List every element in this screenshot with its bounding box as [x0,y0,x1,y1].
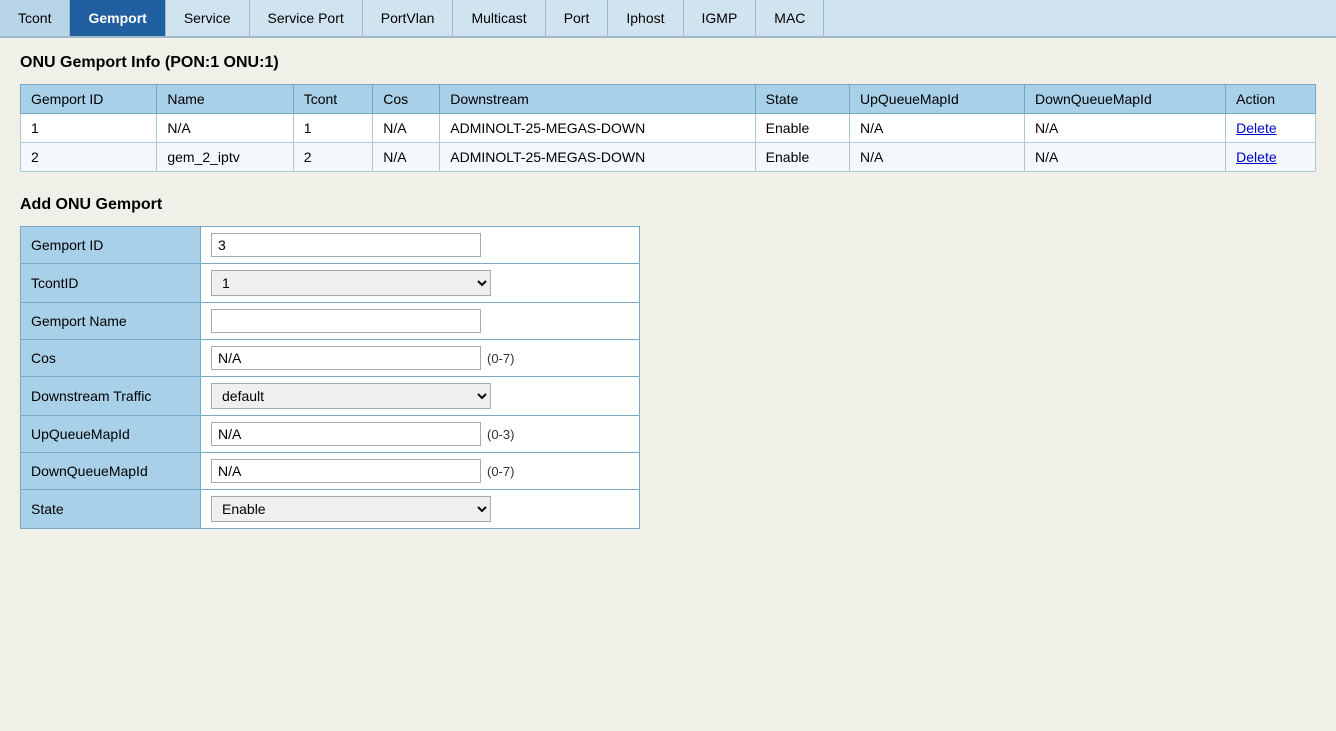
gemport-info-table: Gemport IDNameTcontCosDownstreamStateUpQ… [20,84,1316,172]
form-label-gemport_id: Gemport ID [21,227,201,264]
form-row-gemport_name: Gemport Name [21,303,640,340]
delete-link[interactable]: Delete [1236,120,1276,136]
tcont_id-select[interactable]: 1234 [211,270,491,296]
state-select[interactable]: EnableDisable [211,496,491,522]
tab-multicast[interactable]: Multicast [453,0,545,36]
form-value-gemport_id [201,227,640,264]
cos-input[interactable] [211,346,481,370]
tab-iphost[interactable]: Iphost [608,0,683,36]
col-header-tcont: Tcont [293,85,373,114]
col-header-upqueuemapid: UpQueueMapId [850,85,1025,114]
tab-service-port[interactable]: Service Port [250,0,363,36]
form-row-tcont_id: TcontID 1234 [21,264,640,303]
table-cell: 2 [21,143,157,172]
form-value-gemport_name [201,303,640,340]
form-label-up_queue_map_id: UpQueueMapId [21,416,201,453]
table-cell: ADMINOLT-25-MEGAS-DOWN [440,143,755,172]
table-cell: N/A [157,114,293,143]
down_queue_map_id-hint: (0-7) [487,464,514,479]
col-header-downqueuemapid: DownQueueMapId [1025,85,1226,114]
up_queue_map_id-input[interactable] [211,422,481,446]
gemport_name-input[interactable] [211,309,481,333]
form-label-cos: Cos [21,340,201,377]
form-body: Gemport IDTcontID 1234 Gemport NameCos (0-7… [21,227,640,529]
tab-tcont[interactable]: Tcont [0,0,70,36]
table-cell: ADMINOLT-25-MEGAS-DOWN [440,114,755,143]
table-cell: N/A [1025,143,1226,172]
col-header-action: Action [1226,85,1316,114]
col-header-name: Name [157,85,293,114]
table-cell: 1 [21,114,157,143]
add-section-title: Add ONU Gemport [20,196,1316,214]
form-label-gemport_name: Gemport Name [21,303,201,340]
tab-service[interactable]: Service [166,0,250,36]
tab-igmp[interactable]: IGMP [684,0,757,36]
form-value-cos: (0-7) [201,340,640,377]
tab-gemport[interactable]: Gemport [70,0,165,36]
form-label-down_queue_map_id: DownQueueMapId [21,453,201,490]
table-header: Gemport IDNameTcontCosDownstreamStateUpQ… [21,85,1316,114]
form-row-gemport_id: Gemport ID [21,227,640,264]
form-value-down_queue_map_id: (0-7) [201,453,640,490]
form-value-downstream_traffic: default [201,377,640,416]
up_queue_map_id-hint: (0-3) [487,427,514,442]
col-header-downstream: Downstream [440,85,755,114]
table-cell: Enable [755,143,849,172]
table-cell: Enable [755,114,849,143]
tab-bar: TcontGemportServiceService PortPortVlanM… [0,0,1336,38]
tab-port[interactable]: Port [546,0,609,36]
col-header-cos: Cos [373,85,440,114]
col-header-state: State [755,85,849,114]
action-cell: Delete [1226,114,1316,143]
action-cell: Delete [1226,143,1316,172]
table-cell: N/A [1025,114,1226,143]
form-label-tcont_id: TcontID [21,264,201,303]
table-cell: gem_2_iptv [157,143,293,172]
table-row: 2gem_2_iptv2N/AADMINOLT-25-MEGAS-DOWNEna… [21,143,1316,172]
form-value-state: EnableDisable [201,490,640,529]
table-cell: N/A [373,114,440,143]
col-header-gemport-id: Gemport ID [21,85,157,114]
table-body: 1N/A1N/AADMINOLT-25-MEGAS-DOWNEnableN/AN… [21,114,1316,172]
form-label-state: State [21,490,201,529]
form-row-up_queue_map_id: UpQueueMapId (0-3) [21,416,640,453]
table-cell: N/A [850,114,1025,143]
downstream_traffic-select[interactable]: default [211,383,491,409]
table-cell: N/A [373,143,440,172]
table-row: 1N/A1N/AADMINOLT-25-MEGAS-DOWNEnableN/AN… [21,114,1316,143]
main-content: ONU Gemport Info (PON:1 ONU:1) Gemport I… [0,38,1336,545]
info-section-title: ONU Gemport Info (PON:1 ONU:1) [20,54,1316,72]
cos-hint: (0-7) [487,351,514,366]
table-cell: 1 [293,114,373,143]
tab-mac[interactable]: MAC [756,0,824,36]
add-gemport-form: Gemport IDTcontID 1234 Gemport NameCos (0-7… [20,226,640,529]
form-row-state: State EnableDisable [21,490,640,529]
tab-portvlan[interactable]: PortVlan [363,0,454,36]
table-cell: 2 [293,143,373,172]
form-row-cos: Cos (0-7) [21,340,640,377]
down_queue_map_id-input[interactable] [211,459,481,483]
delete-link[interactable]: Delete [1236,149,1276,165]
table-cell: N/A [850,143,1025,172]
form-label-downstream_traffic: Downstream Traffic [21,377,201,416]
form-row-down_queue_map_id: DownQueueMapId (0-7) [21,453,640,490]
gemport_id-input[interactable] [211,233,481,257]
form-value-up_queue_map_id: (0-3) [201,416,640,453]
form-value-tcont_id: 1234 [201,264,640,303]
form-row-downstream_traffic: Downstream Traffic default [21,377,640,416]
